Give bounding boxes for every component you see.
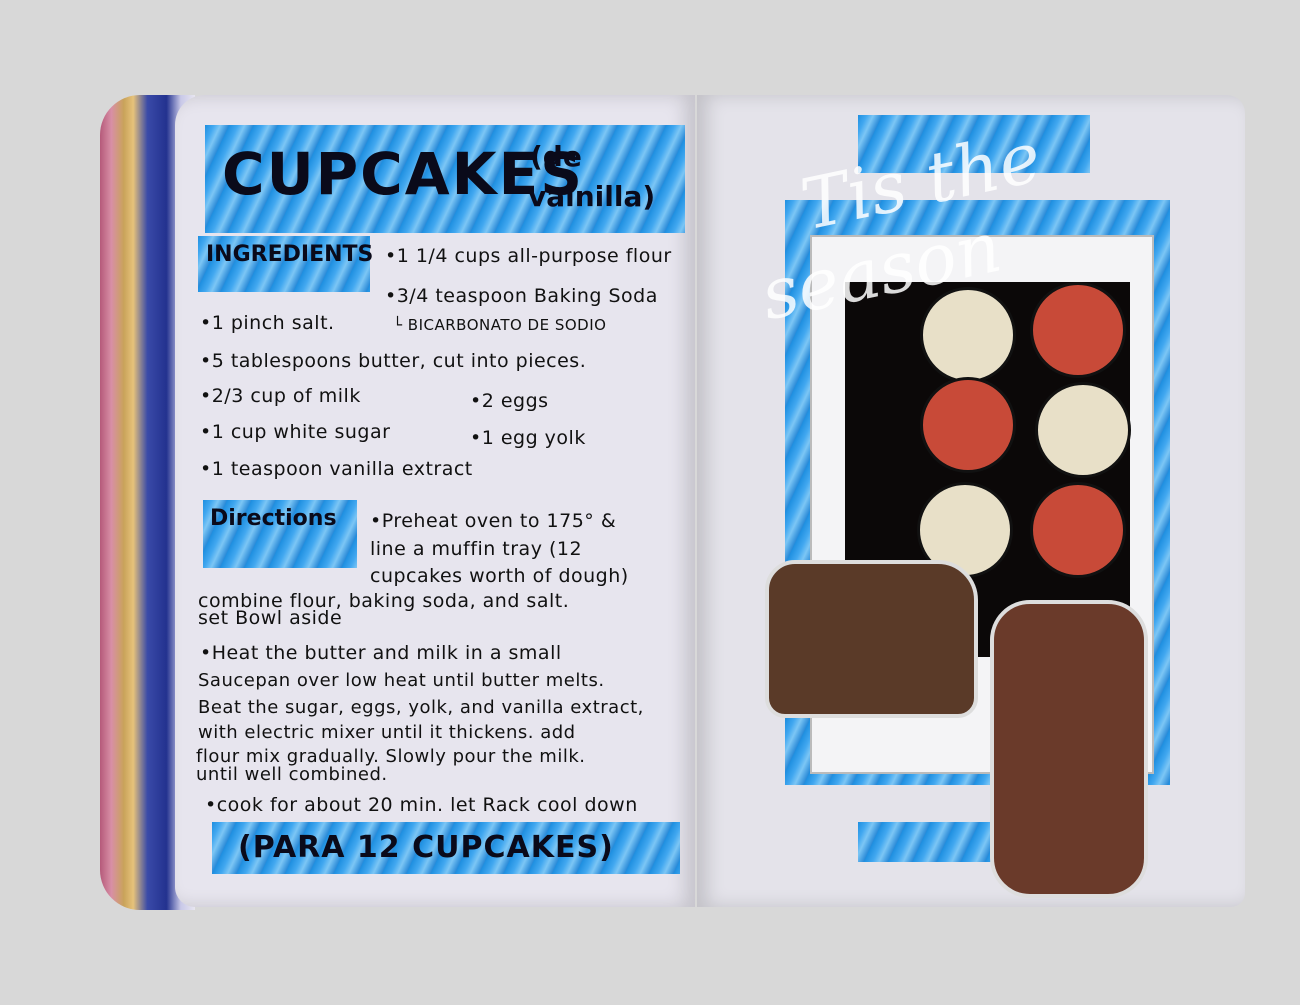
cupcake-red [1030,282,1126,378]
ingredient-item: •2/3 cup of milk [200,385,361,407]
direction-line: Saucepan over low heat until butter melt… [198,670,605,691]
ingredient-item: •1 egg yolk [470,427,586,449]
ingredient-item: •1 1/4 cups all-purpose flour [385,245,672,267]
ingredient-item: •1 cup white sugar [200,421,391,443]
direction-line: Beat the sugar, eggs, yolk, and vanilla … [198,697,644,718]
recipe-title-sub-1: (de [530,140,582,173]
direction-line: until well combined. [196,764,388,785]
recipe-title-sub-2: vainilla) [528,180,656,213]
direction-line: •Preheat oven to 175° & [370,510,617,532]
cupcake-stack-sticker [990,600,1148,898]
cupcake-red [1030,482,1126,578]
cupcake-sticker [765,560,978,718]
ingredient-item: •2 eggs [470,390,549,412]
ingredients-heading: INGREDIENTS [206,242,374,267]
ingredient-note: └ BICARBONATO DE SODIO [393,316,607,334]
ingredient-item: •1 teaspoon vanilla extract [200,458,473,480]
ingredient-item: •5 tablespoons butter, cut into pieces. [200,350,587,372]
direction-line: set Bowl aside [198,607,343,629]
direction-line: line a muffin tray (12 [370,538,583,560]
direction-line: with electric mixer until it thickens. a… [198,722,576,743]
direction-line: •cook for about 20 min. let Rack cool do… [205,794,638,816]
cupcake-white [1035,382,1131,478]
cupcake-red [920,377,1016,473]
ingredient-item: •3/4 teaspoon Baking Soda [385,285,658,307]
directions-heading: Directions [210,506,337,531]
direction-line: •Heat the butter and milk in a small [200,642,562,664]
ingredient-item: •1 pinch salt. [200,312,335,334]
yield-label: (PARA 12 CUPCAKES) [238,830,614,865]
direction-line: cupcakes worth of dough) [370,565,629,587]
